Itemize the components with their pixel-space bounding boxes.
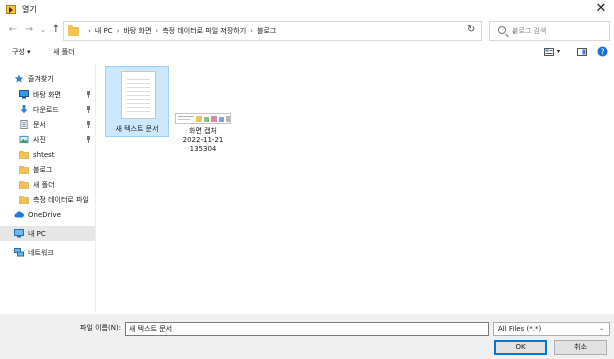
- folder-icon: [68, 25, 79, 36]
- file-name-line: 135304: [189, 145, 217, 153]
- chevron-right-icon: ›: [155, 27, 159, 35]
- dialog-footer: 파일 이름(N): 새 텍스트 문서 All Files (*.*) ⌄ OK …: [0, 314, 614, 359]
- sidebar-item-label: shtest: [33, 150, 55, 159]
- sidebar-item-desktop[interactable]: 바탕 화면: [0, 87, 95, 102]
- file-name-line: 2022-11-21: [182, 136, 224, 144]
- sidebar-item-downloads[interactable]: 다운로드: [0, 102, 95, 117]
- forward-button[interactable]: →: [22, 23, 36, 37]
- sidebar-item-network[interactable]: 네트워크: [0, 245, 95, 260]
- filename-input[interactable]: 새 텍스트 문서: [125, 322, 489, 336]
- folder-icon: [19, 166, 29, 174]
- sidebar-item-label: 즐겨찾기: [28, 74, 54, 83]
- cloud-icon: [14, 211, 24, 218]
- folder-icon: [19, 151, 29, 159]
- sidebar-item-label: 바탕 화면: [33, 90, 61, 99]
- sidebar-item-label: 내 PC: [28, 229, 46, 238]
- image-thumbnail: [175, 113, 231, 124]
- sidebar-item-documents[interactable]: 문서: [0, 117, 95, 132]
- pin-icon: [86, 106, 91, 113]
- desktop-icon: [19, 90, 29, 99]
- sidebar-item-onedrive[interactable]: OneDrive: [0, 207, 95, 222]
- sidebar-item-label: 새 폴더: [33, 180, 55, 189]
- up-button[interactable]: ↑: [49, 23, 63, 37]
- preview-pane-icon[interactable]: [577, 48, 587, 56]
- pin-icon: [86, 121, 91, 128]
- text-file-icon: [121, 71, 156, 119]
- document-icon: [20, 120, 28, 129]
- computer-icon: [14, 229, 24, 238]
- file-list: 새 텍스트 문서 화면 캡처 2022-11-21 135304: [97, 64, 614, 312]
- search-icon: [498, 26, 506, 34]
- sidebar-item-shtest[interactable]: shtest: [0, 147, 95, 162]
- folder-icon: [19, 196, 29, 204]
- chevron-right-icon: ›: [88, 27, 91, 35]
- window-title: 열기: [22, 4, 37, 14]
- command-bar: 구성 ▾ 새 폴더 ▾ ?: [0, 44, 614, 60]
- pin-icon: [86, 136, 91, 143]
- search-input[interactable]: [512, 24, 606, 38]
- file-item-text-document[interactable]: 새 텍스트 문서: [105, 66, 169, 137]
- sidebar-item-label: OneDrive: [28, 210, 61, 219]
- sidebar-item-blog[interactable]: 블로그: [0, 162, 95, 177]
- filename-label: 파일 이름(N):: [80, 324, 122, 332]
- chevron-down-icon: ⌄: [598, 325, 604, 332]
- sidebar-item-label: 사진: [33, 135, 46, 144]
- breadcrumb: › 내 PC › 바탕 화면 › 측정 데이터로 파일 저장하기 › 블로그: [84, 22, 276, 40]
- star-icon: [14, 74, 24, 83]
- file-name-line: 화면 캡처: [189, 127, 217, 135]
- sidebar-item-pictures[interactable]: 사진: [0, 132, 95, 147]
- address-bar[interactable]: › 내 PC › 바탕 화면 › 측정 데이터로 파일 저장하기 › 블로그 ⌄: [63, 21, 517, 41]
- breadcrumb-item-measurement-folder[interactable]: 측정 데이터로 파일 저장하기: [162, 26, 246, 36]
- organize-button[interactable]: 구성 ▾: [12, 47, 31, 57]
- help-icon[interactable]: ?: [597, 46, 608, 57]
- sidebar-item-label: 문서: [33, 120, 46, 129]
- image-icon: [178, 116, 230, 122]
- title-bar: 열기 ✕: [0, 0, 614, 18]
- svg-text:?: ?: [600, 47, 604, 56]
- download-icon: [20, 105, 28, 114]
- sidebar-item-new-folder[interactable]: 새 폴더: [0, 177, 95, 192]
- file-item-screenshot[interactable]: 화면 캡처 2022-11-21 135304: [171, 66, 235, 156]
- navigation-bar: ← → ⌄ ↑ › 내 PC › 바탕 화면 › 측정 데이터로 파일 저장하기…: [0, 21, 614, 41]
- sidebar-item-quick-access[interactable]: 즐겨찾기: [14, 71, 109, 86]
- breadcrumb-item-this-pc[interactable]: 내 PC: [95, 26, 113, 36]
- recent-locations-button[interactable]: ⌄: [36, 23, 50, 37]
- cancel-button[interactable]: 취소: [554, 340, 607, 355]
- file-name: 새 텍스트 문서: [115, 125, 159, 133]
- chevron-right-icon: ›: [116, 27, 120, 35]
- filetype-select[interactable]: All Files (*.*) ⌄: [493, 322, 610, 336]
- search-box: [489, 21, 610, 41]
- breadcrumb-item-blog[interactable]: 블로그: [257, 26, 276, 36]
- sidebar-item-label: 블로그: [33, 165, 53, 174]
- app-icon: [6, 4, 16, 14]
- refresh-button[interactable]: ↻: [467, 24, 475, 35]
- sidebar-item-label: 측정 데이터로 파일: [33, 195, 89, 204]
- view-dropdown-button[interactable]: ▾: [557, 48, 560, 55]
- pin-icon: [86, 91, 91, 98]
- sidebar-item-this-pc[interactable]: 내 PC: [0, 226, 95, 241]
- ok-button[interactable]: OK: [494, 340, 547, 355]
- back-button[interactable]: ←: [6, 23, 20, 37]
- sidebar-item-measurement-folder[interactable]: 측정 데이터로 파일: [0, 192, 95, 207]
- new-folder-button[interactable]: 새 폴더: [53, 47, 75, 57]
- filetype-value: All Files (*.*): [498, 325, 542, 333]
- sidebar-item-label: 다운로드: [33, 105, 59, 114]
- view-options-icon[interactable]: [544, 48, 554, 56]
- chevron-right-icon: ›: [250, 27, 253, 35]
- folder-icon: [19, 181, 29, 189]
- breadcrumb-item-desktop[interactable]: 바탕 화면: [123, 26, 151, 36]
- navigation-pane: 즐겨찾기 바탕 화면 다운로드 문서 사진 shtest 블로그 새 폴더 측정…: [0, 64, 96, 312]
- network-icon: [14, 248, 24, 257]
- picture-icon: [19, 135, 29, 144]
- sidebar-item-label: 네트워크: [28, 248, 54, 257]
- close-button[interactable]: ✕: [594, 1, 608, 17]
